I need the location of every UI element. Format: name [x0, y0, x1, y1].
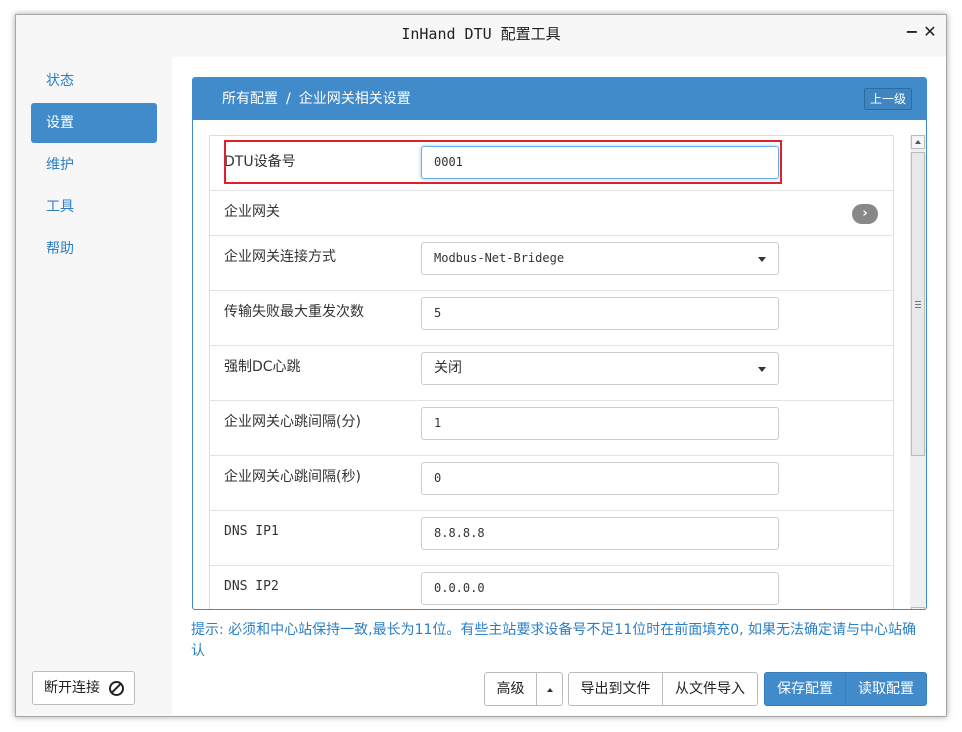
advanced-dropdown-button[interactable] [536, 672, 563, 706]
heartbeat-sec-input[interactable]: 0 [421, 462, 779, 495]
row-dtu-id: DTU设备号 0001 [210, 136, 893, 191]
dns1-label: DNS IP1 [224, 524, 279, 539]
row-heartbeat-min: 企业网关心跳间隔(分) 1 [210, 401, 893, 456]
chevron-down-icon [758, 257, 766, 262]
row-dns2: DNS IP2 0.0.0.0 [210, 566, 893, 609]
import-button[interactable]: 从文件导入 [662, 672, 758, 706]
dns1-input[interactable]: 8.8.8.8 [421, 517, 779, 550]
scroll-down-icon[interactable] [911, 607, 925, 609]
scroll-grip-icon [915, 307, 921, 308]
breadcrumb-current: 企业网关相关设置 [298, 91, 411, 107]
connect-mode-select[interactable]: Modbus-Net-Bridege [421, 242, 779, 275]
scroll-grip-icon [915, 304, 921, 305]
disconnect-button[interactable]: 断开连接 [32, 671, 135, 705]
row-force-dc: 强制DC心跳 关闭 [210, 346, 893, 401]
scrollbar-thumb[interactable] [911, 152, 925, 456]
sidebar-item-status[interactable]: 状态 [31, 61, 157, 101]
sidebar-item-maintenance[interactable]: 维护 [31, 145, 157, 185]
dtu-id-input[interactable]: 0001 [421, 146, 779, 179]
breadcrumb-separator: / [286, 91, 291, 107]
scroll-up-icon[interactable] [911, 135, 925, 149]
hint-text: 提示: 必须和中心站保持一致,最长为11位。有些主站要求设备号不足11位时在前面… [191, 622, 917, 659]
minimize-icon[interactable]: − [904, 24, 920, 40]
heartbeat-sec-label: 企业网关心跳间隔(秒) [224, 469, 361, 485]
dtu-id-label: DTU设备号 [224, 154, 296, 170]
settings-form: DTU设备号 0001 企业网关 › 企业网关连接方式 Modbus-Net-B… [209, 135, 894, 609]
save-config-button[interactable]: 保存配置 [764, 672, 846, 706]
advanced-button[interactable]: 高级 [484, 672, 537, 706]
sidebar-item-help[interactable]: 帮助 [31, 229, 157, 269]
ban-icon [109, 681, 124, 696]
app-window: InHand DTU 配置工具 − ✕ 状态 设置 维护 工具 帮助 断开连接 … [15, 14, 947, 717]
connect-mode-label: 企业网关连接方式 [224, 249, 336, 265]
row-dns1: DNS IP1 8.8.8.8 [210, 511, 893, 566]
read-config-button[interactable]: 读取配置 [845, 672, 927, 706]
scroll-grip-icon [915, 301, 921, 302]
force-dc-value: 关闭 [434, 360, 462, 376]
breadcrumb: 所有配置 / 企业网关相关设置 上一级 [193, 78, 926, 120]
scrollbar[interactable] [910, 135, 926, 609]
connect-mode-value: Modbus-Net-Bridege [434, 251, 565, 265]
disconnect-label: 断开连接 [44, 680, 100, 696]
sidebar-item-settings[interactable]: 设置 [31, 103, 157, 143]
force-dc-select[interactable]: 关闭 [421, 352, 779, 385]
force-dc-label: 强制DC心跳 [224, 359, 301, 375]
max-retries-label: 传输失败最大重发次数 [224, 304, 364, 320]
row-gateway[interactable]: 企业网关 › [210, 191, 893, 236]
breadcrumb-root[interactable]: 所有配置 [222, 91, 278, 107]
export-button[interactable]: 导出到文件 [568, 672, 663, 706]
caret-up-icon [547, 688, 553, 692]
settings-panel: 所有配置 / 企业网关相关设置 上一级 DTU设备号 0001 企业网关 › 企业网… [192, 77, 927, 610]
max-retries-input[interactable]: 5 [421, 297, 779, 330]
row-connect-mode: 企业网关连接方式 Modbus-Net-Bridege [210, 236, 893, 291]
dns2-input[interactable]: 0.0.0.0 [421, 572, 779, 605]
chevron-right-icon[interactable]: › [852, 204, 878, 224]
heartbeat-min-label: 企业网关心跳间隔(分) [224, 414, 361, 430]
sidebar-item-tools[interactable]: 工具 [31, 187, 157, 227]
dns2-label: DNS IP2 [224, 579, 279, 594]
window-title: InHand DTU 配置工具 [16, 15, 946, 53]
sidebar: 状态 设置 维护 工具 帮助 [31, 61, 157, 271]
row-max-retries: 传输失败最大重发次数 5 [210, 291, 893, 346]
gateway-label: 企业网关 [224, 204, 280, 220]
heartbeat-min-input[interactable]: 1 [421, 407, 779, 440]
chevron-down-icon [758, 367, 766, 372]
up-level-button[interactable]: 上一级 [863, 88, 912, 110]
row-heartbeat-sec: 企业网关心跳间隔(秒) 0 [210, 456, 893, 511]
close-icon[interactable]: ✕ [922, 24, 938, 40]
